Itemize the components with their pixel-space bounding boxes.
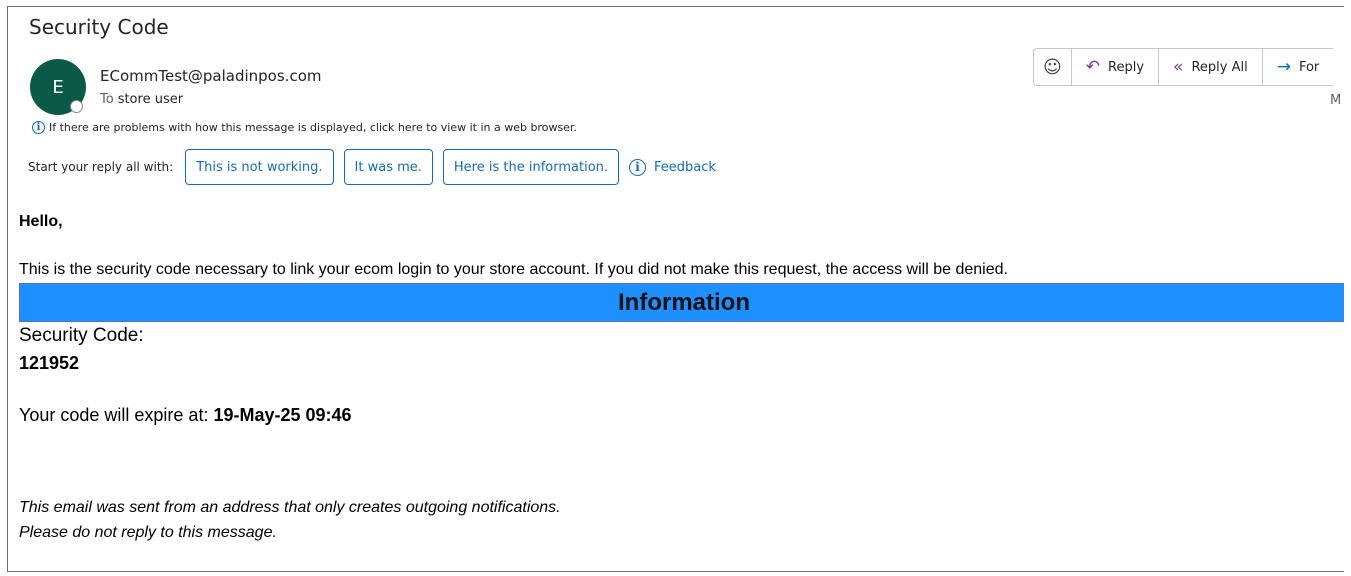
expiry-label: Your code will expire at: <box>19 405 214 425</box>
recipient-line: To store user <box>100 92 183 107</box>
forward-label: For <box>1298 59 1320 75</box>
info-icon: i <box>32 121 45 134</box>
reply-arrow-icon: ↶ <box>1085 57 1101 77</box>
security-code-label: Security Code: <box>19 325 144 346</box>
view-in-browser-notice[interactable]: i If there are problems with how this me… <box>32 121 577 134</box>
greeting: Hello, <box>19 213 63 230</box>
expiry-line: Your code will expire at: 19-May-25 09:4… <box>19 405 352 426</box>
forward-button[interactable]: → For <box>1263 49 1334 85</box>
footer-note-line-1: This email was sent from an address that… <box>19 499 561 516</box>
view-in-browser-text[interactable]: If there are problems with how this mess… <box>49 121 577 134</box>
to-label: To <box>100 92 114 107</box>
message-date: M <box>1330 93 1342 108</box>
suggested-reply-here-is-info[interactable]: Here is the information. <box>442 149 620 185</box>
recipient-name[interactable]: store user <box>118 92 183 107</box>
reply-label: Reply <box>1108 59 1145 75</box>
suggested-replies-label: Start your reply all with: <box>28 160 174 174</box>
email-reading-pane: Security Code E ECommTest@paladinpos.com… <box>7 6 1344 572</box>
reply-all-arrow-icon: « <box>1173 57 1184 77</box>
feedback-info-icon: i <box>629 158 647 176</box>
reply-all-label: Reply All <box>1191 59 1248 75</box>
smiley-icon: ☺ <box>1043 56 1062 78</box>
sender-email[interactable]: ECommTest@paladinpos.com <box>100 67 321 85</box>
feedback-label[interactable]: Feedback <box>654 160 716 175</box>
reaction-button[interactable]: ☺ <box>1034 49 1072 85</box>
reply-all-button[interactable]: « Reply All <box>1159 49 1263 85</box>
email-subject: Security Code <box>29 15 169 39</box>
information-header: Information <box>19 283 1344 322</box>
expiry-value: 19-May-25 09:46 <box>213 405 352 425</box>
suggested-reply-it-was-me[interactable]: It was me. <box>343 149 433 185</box>
message-actions-toolbar: ☺ ↶ Reply « Reply All → For <box>1033 48 1334 86</box>
security-code-value: 121952 <box>19 353 80 373</box>
footer-note-line-2: Please do not reply to this message. <box>19 524 277 541</box>
feedback-link[interactable]: i Feedback <box>629 158 716 176</box>
intro-paragraph: This is the security code necessary to l… <box>19 261 1008 278</box>
suggested-reply-not-working[interactable]: This is not working. <box>185 149 334 185</box>
reply-button[interactable]: ↶ Reply <box>1072 49 1160 85</box>
forward-arrow-icon: → <box>1276 57 1291 77</box>
presence-status-icon <box>70 100 83 113</box>
suggested-replies-bar: Start your reply all with: This is not w… <box>28 147 716 187</box>
